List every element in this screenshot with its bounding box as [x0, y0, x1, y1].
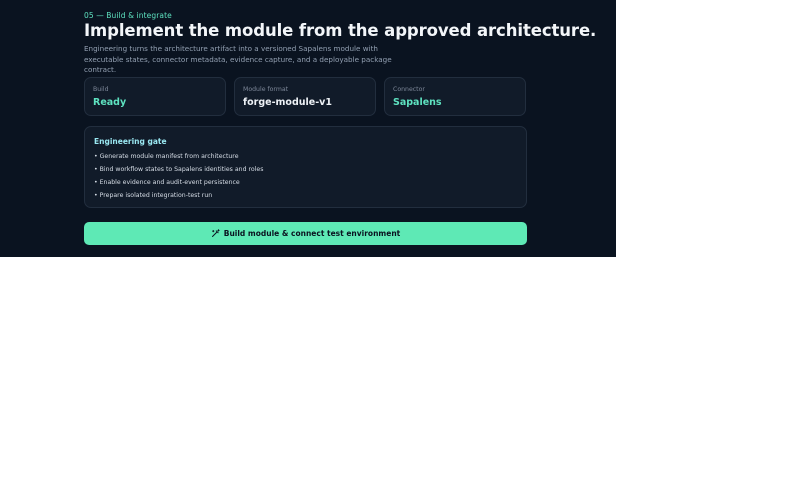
build-module-button[interactable]: Build module & connect test environment: [84, 222, 527, 245]
step-label: 05 — Build & integrate: [84, 11, 172, 20]
card-label: Module format: [243, 86, 289, 93]
list-item: • Prepare isolated integration-test run: [94, 192, 213, 199]
engineering-gate-panel: Engineering gate • Generate module manif…: [84, 126, 527, 208]
card-value: Ready: [93, 97, 127, 108]
connector-card: Connector Sapalens: [384, 77, 526, 116]
build-status-card: Build Ready: [84, 77, 226, 116]
card-value: forge-module-v1: [243, 97, 332, 108]
page-title: Implement the module from the approved a…: [84, 21, 597, 40]
build-integrate-panel: 05 — Build & integrate Implement the mod…: [0, 0, 616, 257]
list-item: • Enable evidence and audit-event persis…: [94, 179, 240, 186]
list-item: • Generate module manifest from architec…: [94, 153, 239, 160]
card-label: Build: [93, 86, 109, 93]
page-subtitle: Engineering turns the architecture artif…: [84, 44, 392, 74]
list-item: • Bind workflow states to Sapalens ident…: [94, 166, 264, 173]
gate-title: Engineering gate: [94, 137, 167, 146]
wand-icon: [211, 229, 220, 238]
build-module-button-label: Build module & connect test environment: [223, 229, 401, 238]
card-label: Connector: [393, 86, 425, 93]
module-format-card: Module format forge-module-v1: [234, 77, 376, 116]
card-value: Sapalens: [393, 97, 442, 108]
